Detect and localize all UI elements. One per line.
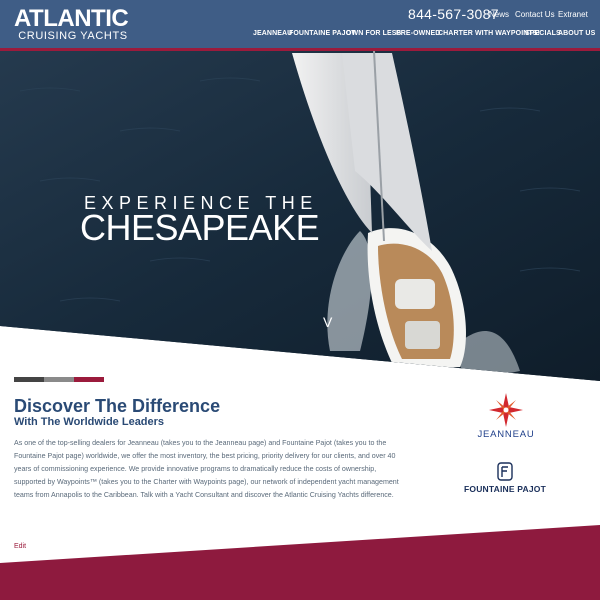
section-body: As one of the top-selling dealers for Je… bbox=[14, 439, 399, 500]
hero-banner: EXPERIENCE THE CHESAPEAKE V bbox=[0, 51, 600, 381]
header-accent-stripe bbox=[0, 48, 600, 51]
jeanneau-wordmark: JEANNEAU bbox=[477, 429, 535, 440]
main-nav: JEANNEAU FOUNTAINE PAJOT OWN FOR LESS PR… bbox=[0, 30, 600, 44]
nav-item-jeanneau[interactable]: JEANNEAU bbox=[253, 30, 292, 37]
section-divider-tricolor bbox=[14, 377, 104, 382]
fountaine-pajot-wordmark: FOUNTAINE PAJOT bbox=[463, 484, 547, 494]
nav-item-about-us[interactable]: ABOUT US bbox=[558, 30, 595, 37]
fountaine-pajot-emblem-icon bbox=[497, 462, 513, 481]
extranet-link[interactable]: Extranet bbox=[558, 10, 588, 19]
phone-number[interactable]: 844-567-3087 bbox=[408, 6, 499, 22]
site-header: ATLANTIC CRUISING YACHTS 844-567-3087 Ne… bbox=[0, 0, 600, 48]
nav-item-specials[interactable]: SPECIALS bbox=[525, 30, 561, 37]
edit-link[interactable]: Edit bbox=[14, 543, 26, 550]
divider-segment-red bbox=[74, 377, 104, 382]
hero-headline-large: CHESAPEAKE bbox=[80, 207, 320, 248]
nav-item-own-for-less[interactable]: OWN FOR LESS bbox=[346, 30, 401, 37]
scroll-down-arrow[interactable]: V bbox=[323, 314, 332, 330]
section-subtitle: With The Worldwide Leaders bbox=[14, 416, 165, 428]
logo-wordmark: ATLANTIC bbox=[14, 5, 129, 32]
fountaine-pajot-logo-link[interactable]: FOUNTAINE PAJOT bbox=[450, 462, 560, 502]
news-link[interactable]: News bbox=[489, 10, 509, 19]
footer-accent-band bbox=[0, 525, 600, 600]
divider-segment-gray bbox=[44, 377, 74, 382]
contact-us-link[interactable]: Contact Us bbox=[515, 10, 555, 19]
compass-rose-icon bbox=[489, 393, 523, 427]
section-title: Discover The Difference bbox=[14, 396, 221, 416]
divider-segment-dark bbox=[14, 377, 44, 382]
jeanneau-logo-link[interactable]: JEANNEAU bbox=[456, 392, 556, 442]
nav-item-pre-owned[interactable]: PRE-OWNED bbox=[396, 30, 440, 37]
